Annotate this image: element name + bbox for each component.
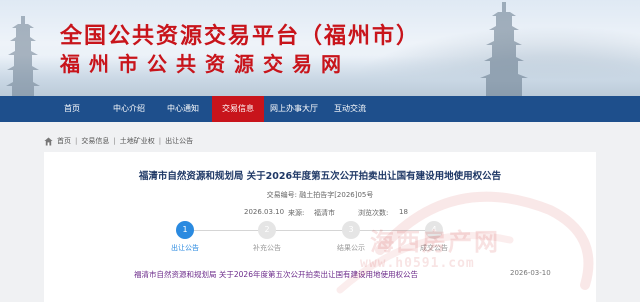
source-value: 福清市 bbox=[314, 209, 335, 217]
views-label: 浏览次数: bbox=[358, 209, 389, 217]
breadcrumb-land-mining[interactable]: 土地矿业权 bbox=[120, 136, 155, 146]
nav-item-center-intro[interactable]: 中心介绍 bbox=[104, 96, 154, 122]
breadcrumb-home[interactable]: 首页 bbox=[57, 136, 71, 146]
pagoda-left-icon bbox=[6, 16, 40, 96]
site-subtitle: 福州市公共资源交易网 bbox=[60, 52, 350, 76]
article-title: 福清市自然资源和规划局 关于2026年度第五次公开拍卖出让国有建设用地使用权公告 bbox=[138, 171, 502, 182]
step-2-circle[interactable]: 2 bbox=[258, 221, 276, 239]
watermark-url: www.h0591.com bbox=[360, 256, 475, 271]
step-1-label[interactable]: 出让公告 bbox=[155, 243, 215, 253]
nav-item-online-hall[interactable]: 网上办事大厅 bbox=[266, 96, 322, 122]
source-label: 来源: bbox=[288, 209, 305, 217]
nav-item-interaction[interactable]: 互动交流 bbox=[326, 96, 374, 122]
article-card: 福清市自然资源和规划局 关于2026年度第五次公开拍卖出让国有建设用地使用权公告… bbox=[44, 152, 596, 302]
breadcrumb-trade-info[interactable]: 交易信息 bbox=[81, 136, 109, 146]
watermark-text: 海西房产网 bbox=[370, 228, 500, 256]
step-1-circle[interactable]: 1 bbox=[176, 221, 194, 239]
related-notice-date: 2026-03-10 bbox=[510, 269, 551, 277]
breadcrumb-separator: | bbox=[113, 137, 116, 145]
site-banner: 全国公共资源交易平台（福州市） 福州市公共资源交易网 bbox=[0, 0, 640, 96]
nav-item-center-notice[interactable]: 中心通知 bbox=[158, 96, 208, 122]
nav-item-home[interactable]: 首页 bbox=[48, 96, 96, 122]
publish-date: 2026.03.10 bbox=[244, 208, 285, 216]
home-icon bbox=[44, 136, 53, 146]
site-title: 全国公共资源交易平台（福州市） bbox=[60, 24, 421, 49]
nav-item-trade-info[interactable]: 交易信息 bbox=[212, 96, 264, 122]
views-value: 18 bbox=[399, 208, 408, 216]
breadcrumb-separator: | bbox=[158, 137, 162, 145]
step-3-circle[interactable]: 3 bbox=[342, 221, 360, 239]
breadcrumb-separator: | bbox=[75, 137, 78, 145]
main-nav: 首页 中心介绍 中心通知 交易信息 网上办事大厅 互动交流 bbox=[0, 96, 640, 122]
trade-number: 交易编号: 融土拍告字[2026]05号 bbox=[266, 191, 374, 199]
breadcrumb: 首页 | 交易信息 | 土地矿业权 | 出让公告 bbox=[44, 135, 193, 147]
step-2-label[interactable]: 补充公告 bbox=[237, 243, 297, 253]
breadcrumb-transfer-notice[interactable]: 出让公告 bbox=[165, 136, 193, 146]
pagoda-right-icon bbox=[480, 2, 528, 96]
